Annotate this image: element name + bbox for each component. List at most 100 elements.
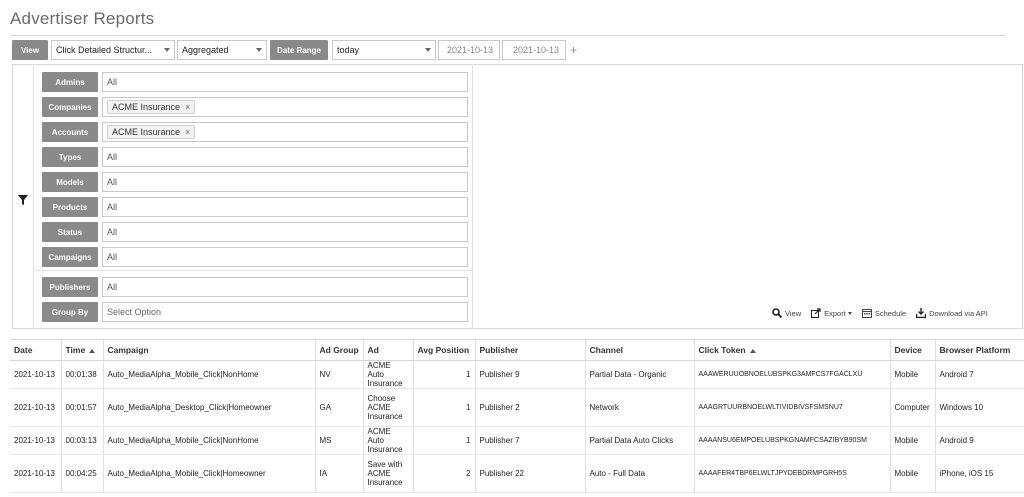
column-header-channel[interactable]: Channel	[585, 340, 695, 361]
schedule-button-label: Schedule	[874, 308, 907, 318]
cell-campaign: Auto_MediaAlpha_Desktop_Click|Homeowner	[103, 388, 316, 427]
cell-date: 2021-10-13	[10, 426, 62, 455]
cell-ad: ACME Auto Insurance	[363, 360, 414, 389]
cell-browser-platform: Windows 10	[935, 388, 1024, 427]
cell-campaign: Auto_MediaAlpha_Mobile_Click|Homeowner	[103, 454, 316, 493]
page-title: Advertiser Reports	[10, 9, 155, 28]
table-row[interactable]: 2021-10-13 00:01:38 Auto_MediaAlpha_Mobi…	[10, 360, 1024, 389]
filter-label: Status	[42, 222, 98, 242]
companies-select[interactable]: ACME Insurance ×	[102, 97, 468, 117]
table-row[interactable]: 2021-10-13 00:03:13 Auto_MediaAlpha_Mobi…	[10, 426, 1024, 455]
cell-click-token: AAAANSU6EMPOELUBSPKGNAMFCSAZIBYB90SM	[694, 426, 891, 455]
date-to-input[interactable]: 2021-10-13	[502, 40, 566, 60]
cell-avg-position: 1	[413, 360, 476, 389]
column-header-avg-position[interactable]: Avg Position	[413, 340, 476, 361]
column-header-browser-platform[interactable]: Browser Platform	[935, 340, 1024, 361]
cell-ad-group: NV	[315, 360, 364, 389]
date-from-input[interactable]: 2021-10-13	[438, 40, 500, 60]
export-button-label: Export	[824, 308, 846, 318]
schedule-button[interactable]: Schedule	[861, 308, 907, 318]
cell-browser-platform: Android 9	[935, 426, 1024, 455]
report-actions: View Export Schedule Download via API	[762, 306, 988, 320]
cell-device: Mobile	[890, 426, 936, 455]
view-button-label: View	[785, 308, 802, 318]
accounts-select[interactable]: ACME Insurance ×	[102, 122, 468, 142]
sort-ascending-icon	[749, 348, 756, 353]
cell-device: Computer	[890, 388, 936, 427]
filter-label: Publishers	[42, 277, 98, 297]
types-select[interactable]: All	[102, 147, 468, 167]
cell-click-token: AAAAFER4TBP6ELWLTJPYDEBDRMPGRH5S	[694, 454, 891, 493]
cell-publisher: Publisher 7	[475, 426, 586, 455]
cell-time: 00:04:25	[61, 454, 104, 493]
column-header-click-token[interactable]: Click Token	[694, 340, 891, 361]
report-table: Date Time Campaign Ad Group Ad Avg Posit…	[10, 340, 1024, 493]
filter-icon[interactable]	[18, 192, 28, 210]
campaigns-select[interactable]: All	[102, 247, 468, 267]
filter-label: Accounts	[42, 122, 98, 142]
view-label: View	[12, 40, 48, 60]
chevron-down-icon	[164, 48, 170, 52]
column-header-publisher[interactable]: Publisher	[475, 340, 586, 361]
cell-click-token: AAAWERUUOBNOELUBSPKG3AMFCS7FGACLXU	[694, 360, 891, 389]
cell-channel: Partial Data Auto Clicks	[585, 426, 695, 455]
cell-ad: Save with ACME Insurance	[363, 454, 414, 493]
filter-label: Companies	[42, 97, 98, 117]
products-select[interactable]: All	[102, 197, 468, 217]
report-type-value: Click Detailed Structur...	[56, 45, 153, 55]
download-api-button-label: Download via API	[929, 308, 988, 318]
cell-time: 00:01:57	[61, 388, 104, 427]
admins-select[interactable]: All	[102, 72, 468, 92]
filter-label: Group By	[42, 302, 98, 322]
report-type-select[interactable]: Click Detailed Structur...	[51, 40, 175, 60]
download-api-button[interactable]: Download via API	[916, 308, 988, 318]
table-row[interactable]: 2021-10-13 00:04:25 Auto_MediaAlpha_Mobi…	[10, 454, 1024, 493]
column-header-date[interactable]: Date	[10, 340, 62, 361]
cell-avg-position: 1	[413, 388, 476, 427]
date-range-label: Date Range	[270, 40, 328, 60]
filter-label: Types	[42, 147, 98, 167]
cell-publisher: Publisher 22	[475, 454, 586, 493]
table-row[interactable]: 2021-10-13 00:01:57 Auto_MediaAlpha_Desk…	[10, 388, 1024, 427]
title-divider	[10, 35, 1006, 36]
column-header-ad-group[interactable]: Ad Group	[315, 340, 364, 361]
chevron-down-icon	[256, 48, 262, 52]
filter-label: Admins	[42, 72, 98, 92]
status-select[interactable]: All	[102, 222, 468, 242]
cell-channel: Partial Data - Organic	[585, 360, 695, 389]
export-button[interactable]: Export	[811, 308, 852, 318]
filter-divider	[472, 64, 473, 329]
add-date-range-button[interactable]: +	[570, 40, 580, 60]
cell-date: 2021-10-13	[10, 360, 62, 389]
cell-avg-position: 2	[413, 454, 476, 493]
publishers-select[interactable]: All	[102, 277, 468, 297]
cell-channel: Auto - Full Data	[585, 454, 695, 493]
column-header-device[interactable]: Device	[890, 340, 936, 361]
group-by-select[interactable]: Select Option	[102, 302, 468, 322]
cell-device: Mobile	[890, 454, 936, 493]
cell-date: 2021-10-13	[10, 388, 62, 427]
date-preset-select[interactable]: today	[332, 40, 436, 60]
models-select[interactable]: All	[102, 172, 468, 192]
cell-publisher: Publisher 2	[475, 388, 586, 427]
cell-channel: Network	[585, 388, 695, 427]
date-preset-value: today	[337, 45, 360, 55]
view-button[interactable]: View	[772, 308, 801, 318]
cell-publisher: Publisher 9	[475, 360, 586, 389]
filter-divider	[34, 270, 472, 271]
cell-ad-group: MS	[315, 426, 364, 455]
report-table-container[interactable]: Date Time Campaign Ad Group Ad Avg Posit…	[10, 339, 1024, 497]
filter-label: Products	[42, 197, 98, 217]
column-header-time[interactable]: Time	[61, 340, 104, 361]
cell-time: 00:03:13	[61, 426, 104, 455]
cell-browser-platform: Android 7	[935, 360, 1024, 389]
cell-click-token: AAAGRTUURBNOELWLTIVIDBIVSFSMSNU7	[694, 388, 891, 427]
calendar-icon	[861, 309, 872, 318]
remove-chip-icon[interactable]: ×	[185, 102, 190, 112]
remove-chip-icon[interactable]: ×	[185, 127, 190, 137]
column-header-ad[interactable]: Ad	[363, 340, 414, 361]
column-header-campaign[interactable]: Campaign	[103, 340, 316, 361]
cell-browser-platform: iPhone, iOS 15	[935, 454, 1024, 493]
aggregation-select[interactable]: Aggregated	[177, 40, 267, 60]
selected-chip: ACME Insurance ×	[107, 100, 196, 114]
